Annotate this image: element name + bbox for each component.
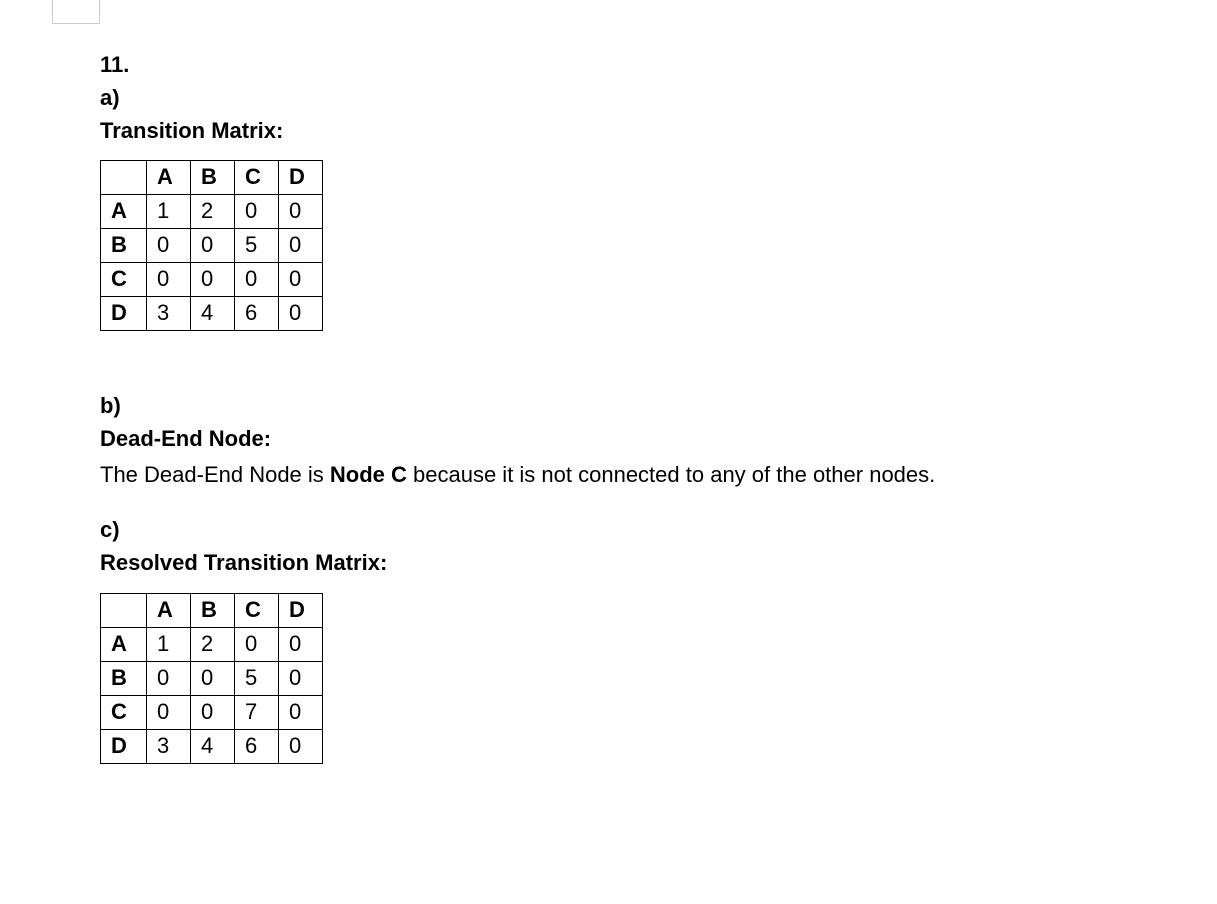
matrix-cell: 0 (279, 229, 323, 263)
row-header: D (101, 297, 147, 331)
matrix-cell: 4 (191, 729, 235, 763)
row-header: B (101, 229, 147, 263)
matrix-cell: 6 (235, 297, 279, 331)
matrix-cell: 0 (279, 297, 323, 331)
matrix-cell: 2 (191, 195, 235, 229)
transition-matrix-a: A B C D A 1 2 0 0 B 0 0 5 0 C 0 0 0 0 D (100, 160, 323, 331)
row-header: C (101, 263, 147, 297)
row-header: A (101, 627, 147, 661)
col-header: A (147, 593, 191, 627)
matrix-cell: 0 (279, 661, 323, 695)
part-c-label: c) (100, 515, 1177, 546)
matrix-cell: 1 (147, 627, 191, 661)
matrix-cell: 4 (191, 297, 235, 331)
matrix-cell: 0 (235, 195, 279, 229)
matrix-cell: 0 (235, 627, 279, 661)
table-row: D 3 4 6 0 (101, 297, 323, 331)
matrix-cell: 0 (191, 229, 235, 263)
part-b-explanation: The Dead-End Node is Node C because it i… (100, 457, 1177, 493)
row-header: D (101, 729, 147, 763)
matrix-cell: 0 (147, 229, 191, 263)
explanation-text-before: The Dead-End Node is (100, 462, 330, 487)
matrix-cell: 6 (235, 729, 279, 763)
matrix-corner (101, 161, 147, 195)
part-b-label: b) (100, 391, 1177, 422)
col-header: C (235, 161, 279, 195)
col-header: D (279, 161, 323, 195)
matrix-cell: 0 (279, 729, 323, 763)
matrix-cell: 0 (235, 263, 279, 297)
page-tab-marker (52, 0, 100, 24)
part-a-title: Transition Matrix: (100, 116, 1177, 147)
table-row: C 0 0 7 0 (101, 695, 323, 729)
document-content: 11. a) Transition Matrix: A B C D A 1 2 … (100, 50, 1177, 764)
matrix-cell: 0 (191, 661, 235, 695)
matrix-cell: 0 (147, 661, 191, 695)
part-c-title: Resolved Transition Matrix: (100, 548, 1177, 579)
matrix-cell: 3 (147, 729, 191, 763)
table-row: A 1 2 0 0 (101, 195, 323, 229)
part-a-label: a) (100, 83, 1177, 114)
table-row: B 0 0 5 0 (101, 229, 323, 263)
table-row: D 3 4 6 0 (101, 729, 323, 763)
matrix-cell: 7 (235, 695, 279, 729)
matrix-cell: 0 (279, 695, 323, 729)
table-row: A 1 2 0 0 (101, 627, 323, 661)
explanation-text-after: because it is not connected to any of th… (407, 462, 935, 487)
matrix-cell: 0 (191, 263, 235, 297)
col-header: B (191, 593, 235, 627)
col-header: A (147, 161, 191, 195)
matrix-cell: 0 (279, 263, 323, 297)
col-header: D (279, 593, 323, 627)
table-row: C 0 0 0 0 (101, 263, 323, 297)
matrix-corner (101, 593, 147, 627)
explanation-bold: Node C (330, 462, 407, 487)
part-b-title: Dead-End Node: (100, 424, 1177, 455)
matrix-cell: 0 (279, 195, 323, 229)
table-row: B 0 0 5 0 (101, 661, 323, 695)
matrix-cell: 0 (279, 627, 323, 661)
col-header: C (235, 593, 279, 627)
matrix-cell: 0 (147, 695, 191, 729)
matrix-cell: 0 (147, 263, 191, 297)
matrix-cell: 1 (147, 195, 191, 229)
transition-matrix-c: A B C D A 1 2 0 0 B 0 0 5 0 C 0 0 7 0 D (100, 593, 323, 764)
matrix-cell: 5 (235, 661, 279, 695)
col-header: B (191, 161, 235, 195)
matrix-cell: 5 (235, 229, 279, 263)
matrix-cell: 2 (191, 627, 235, 661)
question-number: 11. (100, 50, 1177, 81)
row-header: B (101, 661, 147, 695)
matrix-cell: 0 (191, 695, 235, 729)
matrix-cell: 3 (147, 297, 191, 331)
row-header: C (101, 695, 147, 729)
row-header: A (101, 195, 147, 229)
